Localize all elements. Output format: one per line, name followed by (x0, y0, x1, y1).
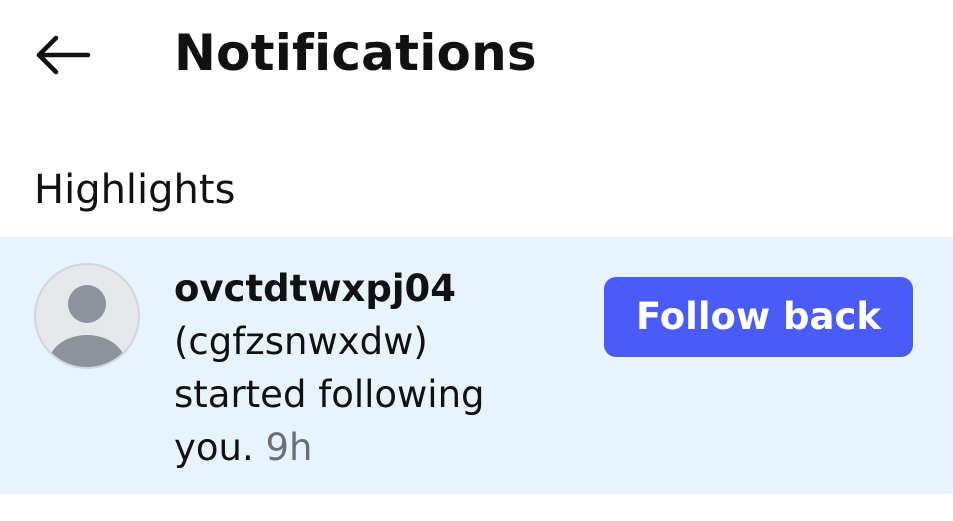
page-title: Notifications (174, 24, 537, 82)
notification-message-end: you. 9h (174, 421, 554, 474)
notification-message-tail: you. (174, 426, 254, 469)
avatar[interactable] (34, 263, 140, 369)
arrow-left-icon (36, 35, 91, 75)
follow-back-button[interactable]: Follow back (604, 277, 913, 357)
notification-display-name: (cgfzsnwxdw) (174, 320, 428, 363)
notification-time: 9h (265, 426, 313, 469)
section-title-highlights: Highlights (34, 167, 236, 213)
back-button[interactable] (28, 24, 96, 86)
notification-item[interactable]: ovctdtwxpj04 (cgfzsnwxdw) started follow… (0, 237, 953, 494)
notification-username[interactable]: ovctdtwxpj04 (174, 262, 554, 315)
header: Notifications (0, 0, 953, 106)
notification-message: started following (174, 373, 485, 416)
notifications-page: Notifications Highlights ovctdtwxpj04 (c… (0, 0, 953, 521)
default-avatar-icon (48, 285, 126, 367)
notification-text: ovctdtwxpj04 (cgfzsnwxdw) started follow… (174, 262, 554, 474)
